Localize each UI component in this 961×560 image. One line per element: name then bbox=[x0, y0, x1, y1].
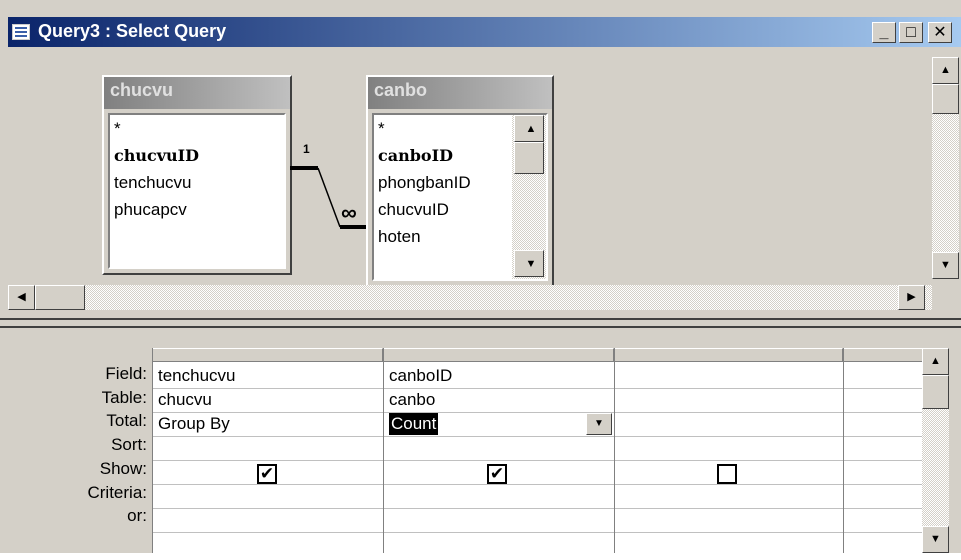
dropdown-arrow-icon[interactable]: ▼ bbox=[586, 413, 612, 435]
scroll-up-icon[interactable]: ▲ bbox=[514, 115, 544, 142]
field-item[interactable]: phucapcv bbox=[110, 196, 284, 223]
row-label-criteria: Criteria: bbox=[87, 483, 147, 502]
row-label-sort: Sort: bbox=[111, 435, 147, 454]
field-list-chucvu[interactable]: * chucvuID tenchucvu phucapcv bbox=[108, 113, 286, 269]
table-canbo[interactable]: canbo * canboID phongbanID chucvuID hote… bbox=[366, 75, 554, 287]
design-grid-vscroll[interactable]: ▲ ▼ bbox=[922, 348, 949, 553]
table-chucvu[interactable]: chucvu * chucvuID tenchucvu phucapcv bbox=[102, 75, 292, 275]
row-label-table: Table: bbox=[101, 388, 147, 407]
table-title-canbo[interactable]: canbo bbox=[368, 77, 552, 109]
total-combo[interactable]: Count ▼ bbox=[384, 412, 613, 436]
minimize-button[interactable]: _ bbox=[872, 22, 896, 43]
column-selector[interactable] bbox=[153, 348, 383, 362]
query-icon[interactable] bbox=[12, 24, 30, 40]
relationship-line[interactable] bbox=[290, 137, 370, 237]
grid-line bbox=[843, 348, 844, 553]
total-cell[interactable]: Group By bbox=[153, 411, 230, 437]
design-grid[interactable]: tenchucvu chucvu Group By ✔ canboID canb… bbox=[152, 348, 923, 553]
scroll-up-icon[interactable]: ▲ bbox=[922, 348, 949, 375]
table-pane-vscroll[interactable]: ▲ ▼ bbox=[932, 57, 959, 279]
column-selector[interactable] bbox=[843, 348, 923, 362]
show-checkbox[interactable]: ✔ bbox=[487, 464, 507, 484]
field-item-primary-key[interactable]: chucvuID bbox=[110, 142, 284, 169]
grid-line bbox=[153, 436, 923, 437]
scroll-down-icon[interactable]: ▼ bbox=[932, 252, 959, 279]
field-item[interactable]: * bbox=[110, 115, 284, 142]
window-title: Query3 : Select Query bbox=[38, 21, 227, 41]
table-cell[interactable]: canbo bbox=[384, 387, 435, 413]
grid-line bbox=[153, 388, 923, 389]
grid-line bbox=[614, 348, 615, 553]
field-cell[interactable]: tenchucvu bbox=[153, 363, 236, 389]
show-checkbox[interactable]: ✔ bbox=[257, 464, 277, 484]
scroll-thumb[interactable] bbox=[922, 375, 949, 409]
relationship-one-label: 1 bbox=[303, 142, 310, 156]
grid-line bbox=[153, 484, 923, 485]
scroll-up-icon[interactable]: ▲ bbox=[932, 57, 959, 84]
row-labels: Field: Table: Total: Sort: Show: Criteri… bbox=[0, 360, 147, 560]
scroll-thumb[interactable] bbox=[514, 142, 544, 174]
row-label-field: Field: bbox=[105, 364, 147, 383]
row-label-or: or: bbox=[127, 506, 147, 525]
relationship-join bbox=[317, 167, 341, 228]
column-selector[interactable] bbox=[383, 348, 614, 362]
grid-line bbox=[153, 460, 923, 461]
table-cell[interactable]: chucvu bbox=[153, 387, 212, 413]
close-button[interactable]: ✕ bbox=[928, 22, 952, 43]
scroll-down-icon[interactable]: ▼ bbox=[514, 250, 544, 277]
scroll-right-icon[interactable]: ▶ bbox=[898, 285, 925, 310]
pane-splitter[interactable] bbox=[0, 318, 961, 328]
show-checkbox[interactable] bbox=[717, 464, 737, 484]
maximize-button[interactable]: □ bbox=[899, 22, 923, 43]
table-pane: chucvu * chucvuID tenchucvu phucapcv 1 ∞… bbox=[8, 47, 961, 317]
field-list-scrollbar[interactable]: ▲ ▼ bbox=[512, 115, 546, 279]
scroll-thumb[interactable] bbox=[932, 84, 959, 114]
title-bar[interactable]: Query3 : Select Query _ □ ✕ bbox=[8, 17, 961, 47]
relationship-many-label: ∞ bbox=[341, 200, 357, 225]
table-pane-hscroll[interactable]: ◀ ▶ bbox=[8, 285, 932, 310]
grid-line bbox=[153, 532, 923, 533]
field-list-canbo[interactable]: * canboID phongbanID chucvuID hoten ▲ ▼ bbox=[372, 113, 548, 281]
column-selector[interactable] bbox=[614, 348, 843, 362]
grid-line bbox=[153, 508, 923, 509]
row-label-show: Show: bbox=[99, 459, 147, 478]
field-item[interactable]: tenchucvu bbox=[110, 169, 284, 196]
scroll-down-icon[interactable]: ▼ bbox=[922, 526, 949, 553]
field-cell[interactable]: canboID bbox=[384, 363, 452, 389]
row-label-total: Total: bbox=[106, 411, 147, 430]
query-window: Query3 : Select Query _ □ ✕ chucvu * chu… bbox=[0, 0, 961, 553]
table-title-chucvu[interactable]: chucvu bbox=[104, 77, 290, 109]
design-grid-pane: Field: Table: Total: Sort: Show: Criteri… bbox=[0, 330, 961, 553]
total-cell-selected[interactable]: Count bbox=[389, 413, 439, 435]
scroll-thumb[interactable] bbox=[35, 285, 85, 310]
scroll-left-icon[interactable]: ◀ bbox=[8, 285, 35, 310]
